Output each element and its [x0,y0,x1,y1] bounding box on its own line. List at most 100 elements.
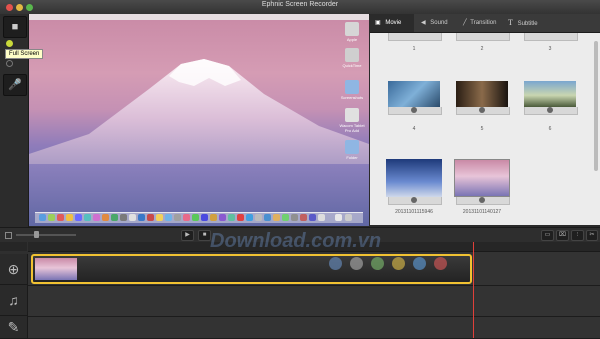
app-icon[interactable] [165,214,172,221]
settings-button[interactable]: ⫶ [571,230,584,241]
video-thumbnail[interactable] [454,159,510,197]
zoom-out-icon[interactable] [5,232,12,239]
app-icon[interactable] [48,214,55,221]
app-icon[interactable] [147,214,154,221]
video-clip[interactable] [31,254,472,284]
clip-label: 4 [412,126,416,132]
scrollbar[interactable] [594,41,598,171]
play-button[interactable]: ▶ [181,230,194,241]
add-clip-button[interactable] [524,107,578,115]
video-thumbnail[interactable] [386,159,442,197]
desktop-icon-label: Screenshots [340,95,364,100]
add-clip-button[interactable] [456,197,510,205]
add-clip-button[interactable] [388,197,442,205]
folder-icon[interactable] [335,214,342,221]
app-icon[interactable] [210,214,217,221]
app-icon[interactable] [138,214,145,221]
audio-lane[interactable] [28,286,600,317]
trash-icon[interactable] [345,214,352,221]
camera-icon: ■ [11,21,19,33]
app-icon[interactable] [102,214,109,221]
drive-icon[interactable] [345,48,359,62]
app-icon[interactable] [282,214,289,221]
folder-icon[interactable] [345,140,359,154]
microphone-button[interactable]: 🎤 [3,74,27,96]
drive-icon[interactable] [345,22,359,36]
app-icon[interactable] [291,214,298,221]
subtitle-lane[interactable] [28,317,600,339]
app-icon[interactable] [345,108,359,122]
app-icon[interactable] [237,214,244,221]
video-thumbnail[interactable] [524,81,576,107]
app-icon[interactable] [318,214,325,221]
text-icon: T [508,18,513,27]
media-library: 1 2 3 4 5 6 20131101115946 2013110114012… [370,33,600,225]
app-icon[interactable] [246,214,253,221]
left-toolbar: ■ 🎤 [0,14,29,234]
slider-handle[interactable] [34,231,39,238]
app-icon[interactable] [219,214,226,221]
desktop-dock [35,212,363,223]
add-clip-bar[interactable] [388,33,442,41]
clip-label: 20131101140127 [462,209,502,215]
add-clip-button[interactable] [456,107,510,115]
speaker-icon: ◀ [421,20,426,26]
app-icon[interactable] [75,214,82,221]
video-thumbnail[interactable] [456,81,508,107]
app-icon[interactable] [264,214,271,221]
capture-mode-radio[interactable] [6,60,13,67]
plus-icon [479,107,485,113]
app-icon[interactable] [111,214,118,221]
clip-label: 20131101115946 [395,209,433,215]
ruler-corner [0,242,27,251]
app-icon[interactable] [300,214,307,221]
pen-track-icon: ✎ [0,316,28,339]
plus-icon [479,197,485,203]
watermark-dot [371,257,384,270]
app-icon[interactable] [273,214,280,221]
app-icon[interactable] [120,214,127,221]
app-icon[interactable] [66,214,73,221]
app-icon[interactable] [93,214,100,221]
plus-icon [411,107,417,113]
app-icon[interactable] [228,214,235,221]
tab-label: Subtitle [517,21,538,27]
media-tabs: ▣ Movie ◀ Sound ╱ Transition T Subtitle [370,14,600,33]
desktop-icon-label: Apple [346,37,358,42]
watermark-dot [392,257,405,270]
tab-transition[interactable]: ╱ Transition [460,14,504,32]
app-icon[interactable] [183,214,190,221]
add-clip-button[interactable] [388,107,442,115]
delete-button[interactable]: ⌧ [556,230,569,241]
play-icon: ▶ [185,232,190,238]
folder-icon[interactable] [345,80,359,94]
app-icon[interactable] [255,214,262,221]
app-icon[interactable] [201,214,208,221]
watermark-dot [413,257,426,270]
app-icon[interactable] [156,214,163,221]
app-icon[interactable] [309,214,316,221]
tab-label: Transition [470,20,497,26]
playhead[interactable] [473,242,474,338]
app-icon[interactable] [84,214,91,221]
zoom-slider[interactable] [16,234,76,236]
tab-subtitle[interactable]: T Subtitle [504,14,548,32]
add-clip-bar[interactable] [456,33,510,41]
clip-label: 3 [548,46,552,52]
title-bar: Ephnic Screen Recorder [0,0,600,15]
split-icon: ✂ [589,232,595,238]
tab-sound[interactable]: ◀ Sound [416,14,460,32]
app-icon[interactable] [174,214,181,221]
app-icon[interactable] [192,214,199,221]
add-clip-bar[interactable] [524,33,578,41]
video-thumbnail[interactable] [388,81,440,107]
app-icon[interactable] [57,214,64,221]
window-title: Ephnic Screen Recorder [261,1,339,8]
app-icon[interactable] [129,214,136,221]
finder-icon[interactable] [39,214,46,221]
tab-movie[interactable]: ▣ Movie [370,14,414,32]
snapshot-button[interactable]: ▭ [541,230,554,241]
camera-button[interactable]: ■ [3,16,27,38]
split-button[interactable]: ✂ [586,230,598,241]
capture-mode-radio[interactable] [6,40,13,47]
